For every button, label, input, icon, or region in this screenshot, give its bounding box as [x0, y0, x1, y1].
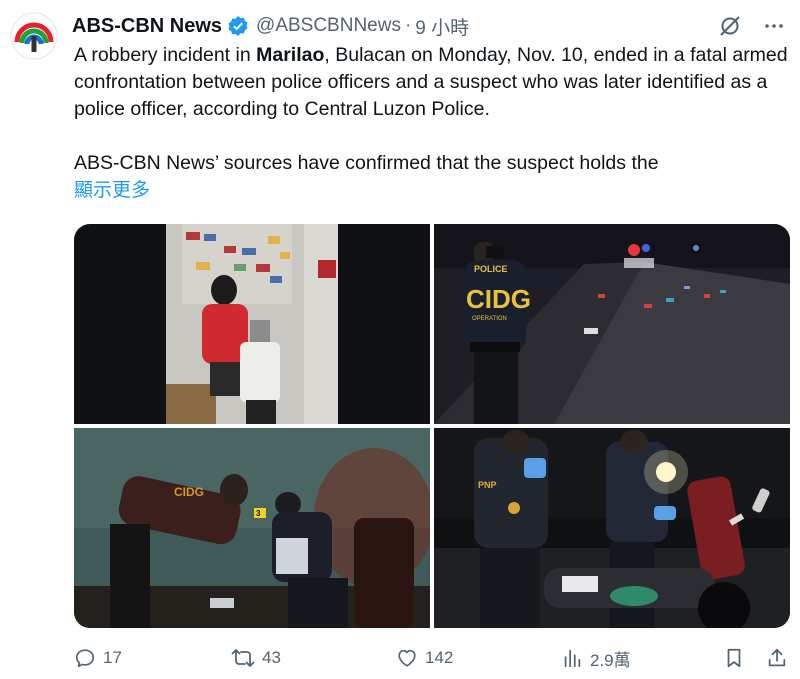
show-more-link[interactable]: 顯示更多	[74, 177, 790, 204]
views-chart-icon	[564, 649, 581, 668]
tweet-paragraph-1: A robbery incident in Marilao, Bulacan o…	[74, 42, 790, 123]
abs-cbn-logo-icon	[10, 12, 58, 60]
reply-button[interactable]: 17	[74, 640, 122, 676]
investigation-image: CIDG 3	[74, 428, 430, 628]
vest-text-operation: OPERATION	[472, 316, 507, 322]
avatar[interactable]	[10, 12, 58, 60]
reply-count: 17	[103, 648, 122, 667]
author-handle[interactable]: @ABSCBNNews	[256, 15, 401, 37]
repost-button[interactable]: 43	[231, 640, 281, 676]
motorcycle-image: PNP	[434, 428, 790, 628]
tweet-text: A robbery incident in Marilao, Bulacan o…	[74, 42, 790, 204]
views-button[interactable]: 2.9萬	[561, 640, 631, 676]
like-button[interactable]: 142	[396, 640, 453, 676]
tweet-bold-place: Marilao	[256, 44, 325, 66]
grok-icon[interactable]	[718, 14, 742, 38]
repost-count: 43	[262, 648, 281, 667]
tweet-action-bar: 17 43 142 2.9萬	[74, 640, 790, 676]
photo-cctv-store[interactable]	[74, 224, 430, 424]
photo-police-night-street[interactable]: POLICE CIDG OPERATION	[434, 224, 790, 424]
bookmark-icon	[727, 648, 741, 668]
bookmark-button[interactable]	[723, 640, 745, 676]
tweet-text-part: A robbery incident in	[74, 44, 257, 66]
like-count: 142	[425, 648, 454, 667]
share-button[interactable]	[766, 640, 788, 676]
cctv-image	[74, 224, 430, 424]
media-grid: POLICE CIDG OPERATION CIDG 3 PNP	[74, 224, 790, 628]
author-name[interactable]: ABS-CBN News	[72, 15, 222, 38]
svg-text:CIDG: CIDG	[174, 485, 204, 499]
timestamp[interactable]: 9 小時	[415, 13, 469, 40]
views-count: 2.9萬	[590, 650, 631, 670]
vest-text-police: POLICE	[474, 264, 508, 274]
police-night-image: POLICE CIDG OPERATION	[434, 224, 790, 424]
svg-text:PNP: PNP	[478, 480, 497, 490]
more-icon[interactable]	[762, 14, 786, 38]
heart-icon	[398, 649, 416, 667]
tweet-paragraph-2: ABS-CBN News’ sources have confirmed tha…	[74, 152, 659, 174]
share-icon	[768, 648, 786, 667]
verified-badge-icon	[228, 16, 248, 36]
top-right-actions	[718, 14, 786, 38]
photo-officers-investigating[interactable]: CIDG 3	[74, 428, 430, 628]
tweet-header: ABS-CBN News @ABSCBNNews · 9 小時	[72, 12, 720, 40]
reply-icon	[75, 649, 95, 668]
vest-text-unit: CIDG	[466, 284, 531, 314]
separator-dot: ·	[404, 15, 412, 36]
evidence-marker-text: 3	[256, 509, 261, 518]
photo-officers-motorcycle[interactable]: PNP	[434, 428, 790, 628]
repost-icon	[231, 649, 255, 667]
